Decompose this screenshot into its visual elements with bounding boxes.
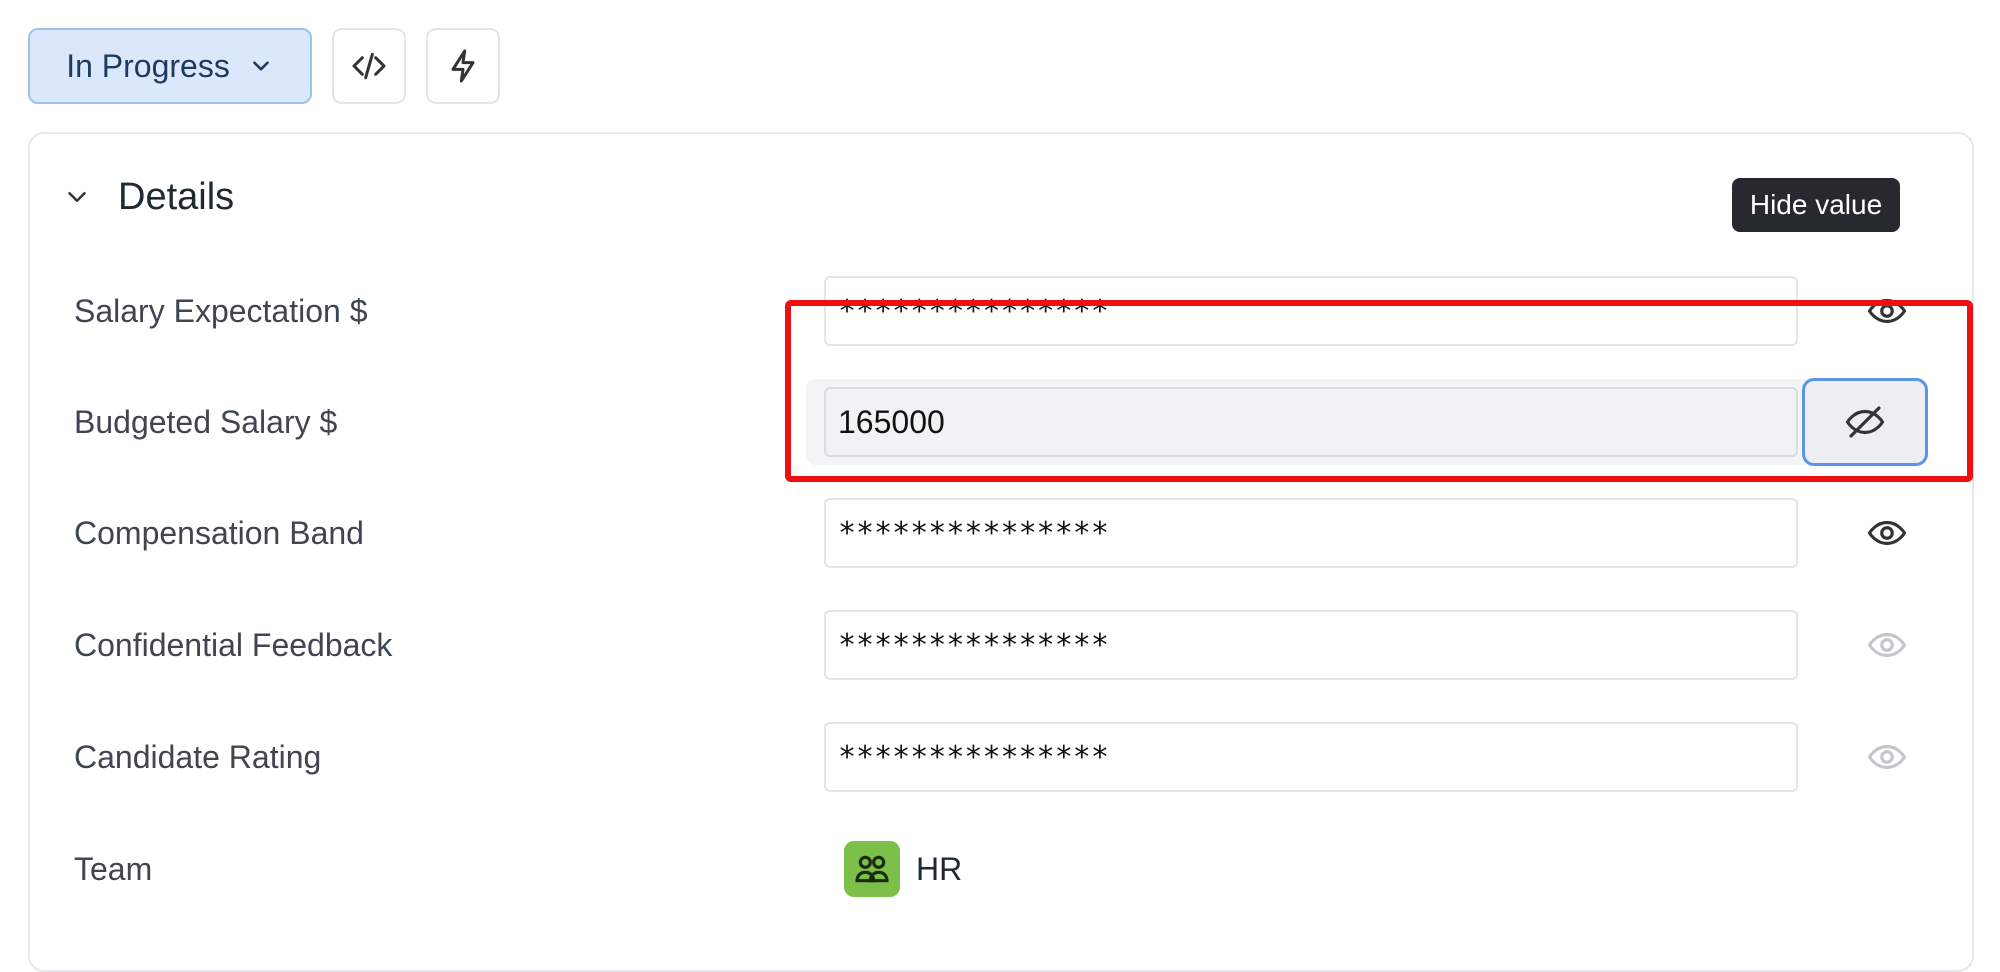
secure-field[interactable]: 165000 (824, 387, 1798, 457)
field-row: Confidential Feedback *************** (30, 610, 1972, 680)
team-name: HR (916, 850, 963, 887)
field-label: Compensation Band (74, 514, 364, 551)
reveal-button[interactable] (1826, 276, 1948, 346)
hide-value-button[interactable] (1802, 378, 1928, 466)
eye-icon (1867, 520, 1907, 546)
status-label: In Progress (66, 47, 230, 84)
field-label: Candidate Rating (74, 738, 322, 775)
eye-off-icon (1845, 406, 1885, 438)
field-label: Salary Expectation $ (74, 292, 368, 329)
team-icon (855, 855, 889, 883)
lightning-icon (451, 49, 475, 83)
field-label: Team (74, 850, 153, 887)
status-dropdown[interactable]: In Progress (28, 28, 312, 104)
section-toggle[interactable]: Details (62, 172, 234, 222)
code-icon (352, 52, 386, 80)
field-label: Confidential Feedback (74, 626, 393, 663)
field-row: Salary Expectation $ *************** (30, 276, 1972, 346)
section-title: Details (118, 175, 235, 218)
reveal-button[interactable] (1826, 498, 1948, 568)
team-row: Team HR (30, 834, 1972, 904)
field-label: Budgeted Salary $ (74, 403, 338, 440)
eye-icon (1867, 744, 1907, 770)
field-row: Budgeted Salary $ 165000 (30, 378, 1972, 466)
toolbar: In Progress (28, 28, 500, 104)
team-value[interactable]: HR (844, 834, 962, 904)
details-card: Details Salary Expectation $ ***********… (28, 132, 1974, 972)
tooltip: Hide value (1732, 178, 1900, 232)
secure-field[interactable]: *************** (824, 498, 1798, 568)
chevron-down-icon (68, 192, 86, 202)
eye-icon (1867, 298, 1907, 324)
code-button[interactable] (332, 28, 406, 104)
reveal-button[interactable] (1826, 722, 1948, 792)
secure-field[interactable]: *************** (824, 610, 1798, 680)
reveal-button[interactable] (1826, 610, 1948, 680)
secure-field[interactable]: *************** (824, 276, 1798, 346)
field-row: Candidate Rating *************** (30, 722, 1972, 792)
chevron-down-icon (253, 61, 269, 71)
automation-button[interactable] (426, 28, 500, 104)
secure-field[interactable]: *************** (824, 722, 1798, 792)
team-avatar (844, 841, 900, 897)
field-row: Compensation Band *************** (30, 498, 1972, 568)
eye-icon (1867, 632, 1907, 658)
